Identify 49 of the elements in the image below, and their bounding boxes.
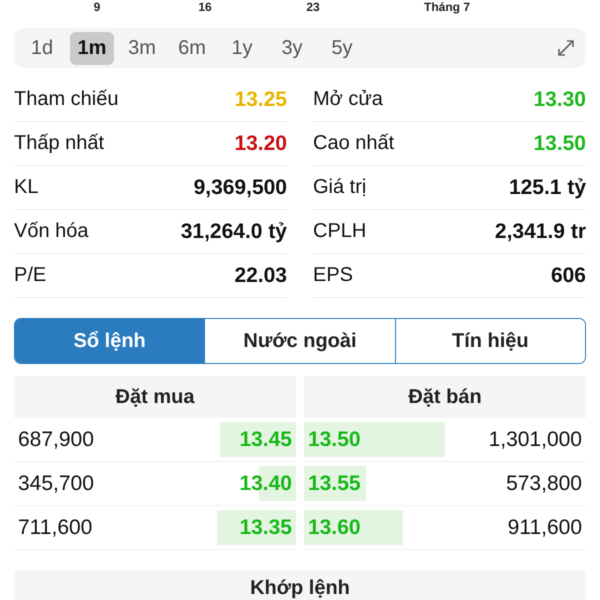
stat-label: Mở cửa — [313, 88, 383, 111]
segment-tab[interactable]: Tín hiệu — [394, 319, 585, 363]
stat-label: Vốn hóa — [14, 220, 89, 243]
axis-label: 23 — [306, 1, 320, 13]
stat-value: 13.30 — [533, 88, 586, 112]
stat-value: 125.1 tỷ — [508, 176, 586, 200]
bid-volume: 687,900 — [17, 428, 95, 452]
bid-price: 13.40 — [238, 472, 293, 496]
stat-value: 13.25 — [234, 88, 287, 112]
stat-label: Thấp nhất — [14, 132, 104, 155]
axis-label: 16 — [198, 1, 212, 13]
bid-price: 13.45 — [238, 428, 293, 452]
stat-label: Tham chiếu — [14, 88, 118, 111]
period-tab[interactable]: 5y — [320, 32, 364, 64]
period-tab[interactable]: 1m — [70, 32, 114, 64]
stat-value: 606 — [550, 264, 586, 288]
period-tab[interactable]: 3m — [120, 32, 164, 64]
ask-price: 13.50 — [307, 428, 362, 452]
ask-volume: 911,600 — [506, 516, 583, 540]
ask-volume: 1,301,000 — [488, 428, 583, 452]
column-header: Đặt bán — [304, 376, 586, 418]
stat-value: 13.50 — [533, 132, 586, 156]
period-tab[interactable]: 1d — [20, 32, 64, 64]
segment-tab[interactable]: Sổ lệnh — [15, 319, 204, 363]
ask-volume: 573,800 — [505, 472, 583, 496]
stat-label: Giá trị — [313, 176, 366, 199]
stat-label: Cao nhất — [313, 132, 394, 155]
ask-price: 13.55 — [307, 472, 362, 496]
period-tab[interactable]: 3y — [270, 32, 314, 64]
bid-price: 13.35 — [238, 516, 293, 540]
stat-value: 22.03 — [234, 264, 287, 288]
stat-label: CPLH — [313, 220, 366, 243]
period-tab[interactable]: 6m — [170, 32, 214, 64]
stat-value: 9,369,500 — [194, 176, 287, 200]
period-tab[interactable]: 1y — [220, 32, 264, 64]
axis-label: Tháng 7 — [424, 1, 470, 13]
bid-volume: 711,600 — [17, 516, 94, 540]
stat-value: 2,341.9 tr — [494, 220, 586, 244]
stat-label: KL — [14, 176, 38, 199]
expand-icon — [556, 38, 576, 58]
section-header: Khớp lệnh — [14, 570, 586, 600]
stat-label: P/E — [14, 264, 46, 287]
axis-label: 9 — [94, 1, 100, 13]
bid-volume: 345,700 — [17, 472, 95, 496]
stat-label: EPS — [313, 264, 354, 287]
ask-price: 13.60 — [307, 516, 362, 540]
stat-value: 31,264.0 tỷ — [180, 220, 287, 244]
column-header: Đặt mua — [14, 376, 296, 418]
stat-value: 13.20 — [234, 132, 287, 156]
